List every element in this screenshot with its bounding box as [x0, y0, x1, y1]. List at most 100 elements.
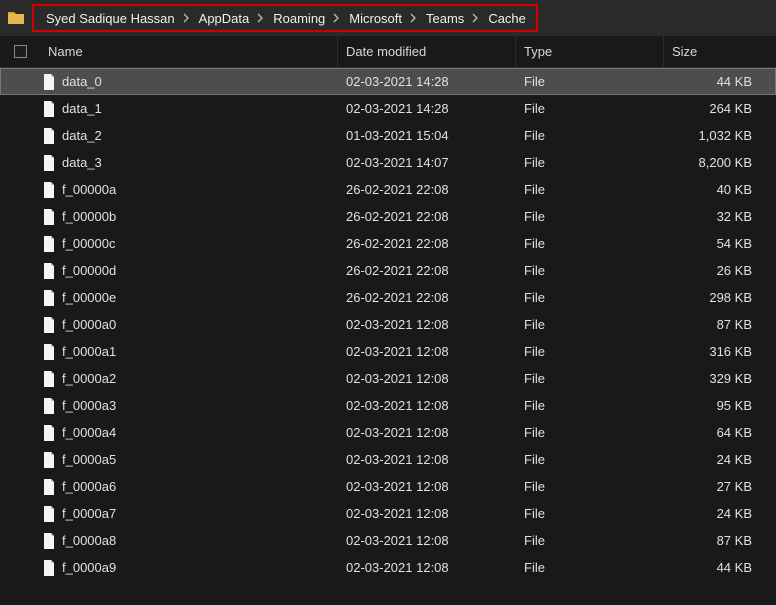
- table-row[interactable]: data_201-03-2021 15:04File1,032 KB: [0, 122, 776, 149]
- cell-name[interactable]: f_0000a5: [40, 452, 338, 468]
- breadcrumb-item[interactable]: Cache: [484, 9, 530, 28]
- cell-name[interactable]: data_1: [40, 101, 338, 117]
- cell-name[interactable]: f_00000b: [40, 209, 338, 225]
- cell-size: 264 KB: [664, 101, 762, 116]
- table-row[interactable]: data_002-03-2021 14:28File44 KB: [0, 68, 776, 95]
- table-row[interactable]: f_00000a26-02-2021 22:08File40 KB: [0, 176, 776, 203]
- table-row[interactable]: f_0000a602-03-2021 12:08File27 KB: [0, 473, 776, 500]
- breadcrumb-item[interactable]: Microsoft: [345, 9, 406, 28]
- cell-size: 298 KB: [664, 290, 762, 305]
- table-row[interactable]: f_0000a702-03-2021 12:08File24 KB: [0, 500, 776, 527]
- column-header-size[interactable]: Size: [664, 36, 762, 67]
- table-row[interactable]: f_0000a902-03-2021 12:08File44 KB: [0, 554, 776, 581]
- table-row[interactable]: f_0000a402-03-2021 12:08File64 KB: [0, 419, 776, 446]
- breadcrumb-item[interactable]: Teams: [422, 9, 468, 28]
- table-row[interactable]: f_0000a102-03-2021 12:08File316 KB: [0, 338, 776, 365]
- cell-type: File: [516, 506, 664, 521]
- column-header-name[interactable]: Name: [40, 36, 338, 67]
- breadcrumb-item[interactable]: Roaming: [269, 9, 329, 28]
- cell-size: 54 KB: [664, 236, 762, 251]
- cell-name[interactable]: f_00000a: [40, 182, 338, 198]
- table-row[interactable]: f_00000d26-02-2021 22:08File26 KB: [0, 257, 776, 284]
- cell-date: 02-03-2021 12:08: [338, 479, 516, 494]
- file-icon: [42, 371, 56, 387]
- column-header-date[interactable]: Date modified: [338, 36, 516, 67]
- cell-date: 02-03-2021 12:08: [338, 506, 516, 521]
- cell-size: 40 KB: [664, 182, 762, 197]
- cell-name[interactable]: f_00000c: [40, 236, 338, 252]
- cell-size: 24 KB: [664, 506, 762, 521]
- folder-icon: [6, 8, 26, 28]
- table-row[interactable]: data_1 02-03-2021 14:28File264 KB: [0, 95, 776, 122]
- cell-name[interactable]: f_0000a7: [40, 506, 338, 522]
- cell-size: 316 KB: [664, 344, 762, 359]
- file-icon: [42, 263, 56, 279]
- file-name: f_0000a5: [62, 452, 116, 467]
- cell-size: 329 KB: [664, 371, 762, 386]
- cell-size: 32 KB: [664, 209, 762, 224]
- table-row[interactable]: f_0000a502-03-2021 12:08File24 KB: [0, 446, 776, 473]
- file-name: data_1: [62, 101, 102, 116]
- cell-type: File: [516, 317, 664, 332]
- cell-type: File: [516, 101, 664, 116]
- file-name: f_0000a2: [62, 371, 116, 386]
- table-row[interactable]: f_0000a302-03-2021 12:08File95 KB: [0, 392, 776, 419]
- file-name: f_0000a4: [62, 425, 116, 440]
- table-row[interactable]: f_00000b26-02-2021 22:08File32 KB: [0, 203, 776, 230]
- cell-name[interactable]: f_00000e: [40, 290, 338, 306]
- chevron-right-icon[interactable]: [468, 13, 484, 23]
- cell-name[interactable]: f_0000a9: [40, 560, 338, 576]
- chevron-right-icon[interactable]: [253, 13, 269, 23]
- table-row[interactable]: f_0000a802-03-2021 12:08File87 KB: [0, 527, 776, 554]
- file-icon: [42, 182, 56, 198]
- breadcrumb-item[interactable]: Syed Sadique Hassan: [42, 9, 179, 28]
- cell-size: 87 KB: [664, 533, 762, 548]
- cell-size: 64 KB: [664, 425, 762, 440]
- chevron-right-icon[interactable]: [406, 13, 422, 23]
- cell-date: 02-03-2021 12:08: [338, 560, 516, 575]
- file-name: data_0: [62, 74, 102, 89]
- cell-date: 01-03-2021 15:04: [338, 128, 516, 143]
- breadcrumb-item[interactable]: AppData: [195, 9, 254, 28]
- file-icon: [42, 452, 56, 468]
- cell-date: 26-02-2021 22:08: [338, 182, 516, 197]
- cell-name[interactable]: f_0000a0: [40, 317, 338, 333]
- table-row[interactable]: f_00000c26-02-2021 22:08File54 KB: [0, 230, 776, 257]
- table-row[interactable]: data_302-03-2021 14:07File8,200 KB: [0, 149, 776, 176]
- file-name: f_0000a9: [62, 560, 116, 575]
- cell-name[interactable]: f_0000a1: [40, 344, 338, 360]
- cell-name[interactable]: data_0: [40, 74, 338, 90]
- select-all-checkbox[interactable]: [14, 45, 40, 58]
- table-row[interactable]: f_00000e26-02-2021 22:08File298 KB: [0, 284, 776, 311]
- cell-type: File: [516, 182, 664, 197]
- cell-type: File: [516, 560, 664, 575]
- table-row[interactable]: f_0000a002-03-2021 12:08File87 KB: [0, 311, 776, 338]
- file-name: f_00000e: [62, 290, 116, 305]
- column-header-type[interactable]: Type: [516, 36, 664, 67]
- chevron-right-icon[interactable]: [179, 13, 195, 23]
- cell-date: 26-02-2021 22:08: [338, 263, 516, 278]
- chevron-right-icon[interactable]: [329, 13, 345, 23]
- file-icon: [42, 479, 56, 495]
- cell-type: File: [516, 128, 664, 143]
- cell-date: 02-03-2021 12:08: [338, 344, 516, 359]
- cell-size: 44 KB: [664, 74, 762, 89]
- cell-type: File: [516, 452, 664, 467]
- cell-date: 26-02-2021 22:08: [338, 290, 516, 305]
- cell-date: 26-02-2021 22:08: [338, 209, 516, 224]
- cell-name[interactable]: f_0000a8: [40, 533, 338, 549]
- file-icon: [42, 533, 56, 549]
- cell-name[interactable]: data_3: [40, 155, 338, 171]
- cell-name[interactable]: f_0000a4: [40, 425, 338, 441]
- cell-type: File: [516, 398, 664, 413]
- breadcrumb[interactable]: Syed Sadique Hassan AppData Roaming Microso…: [32, 4, 538, 32]
- table-row[interactable]: f_0000a202-03-2021 12:08File329 KB: [0, 365, 776, 392]
- cell-date: 02-03-2021 14:28: [338, 101, 516, 116]
- cell-name[interactable]: f_00000d: [40, 263, 338, 279]
- file-icon: [42, 128, 56, 144]
- cell-name[interactable]: f_0000a2: [40, 371, 338, 387]
- cell-name[interactable]: f_0000a3: [40, 398, 338, 414]
- cell-name[interactable]: f_0000a6: [40, 479, 338, 495]
- file-name: f_0000a1: [62, 344, 116, 359]
- cell-name[interactable]: data_2: [40, 128, 338, 144]
